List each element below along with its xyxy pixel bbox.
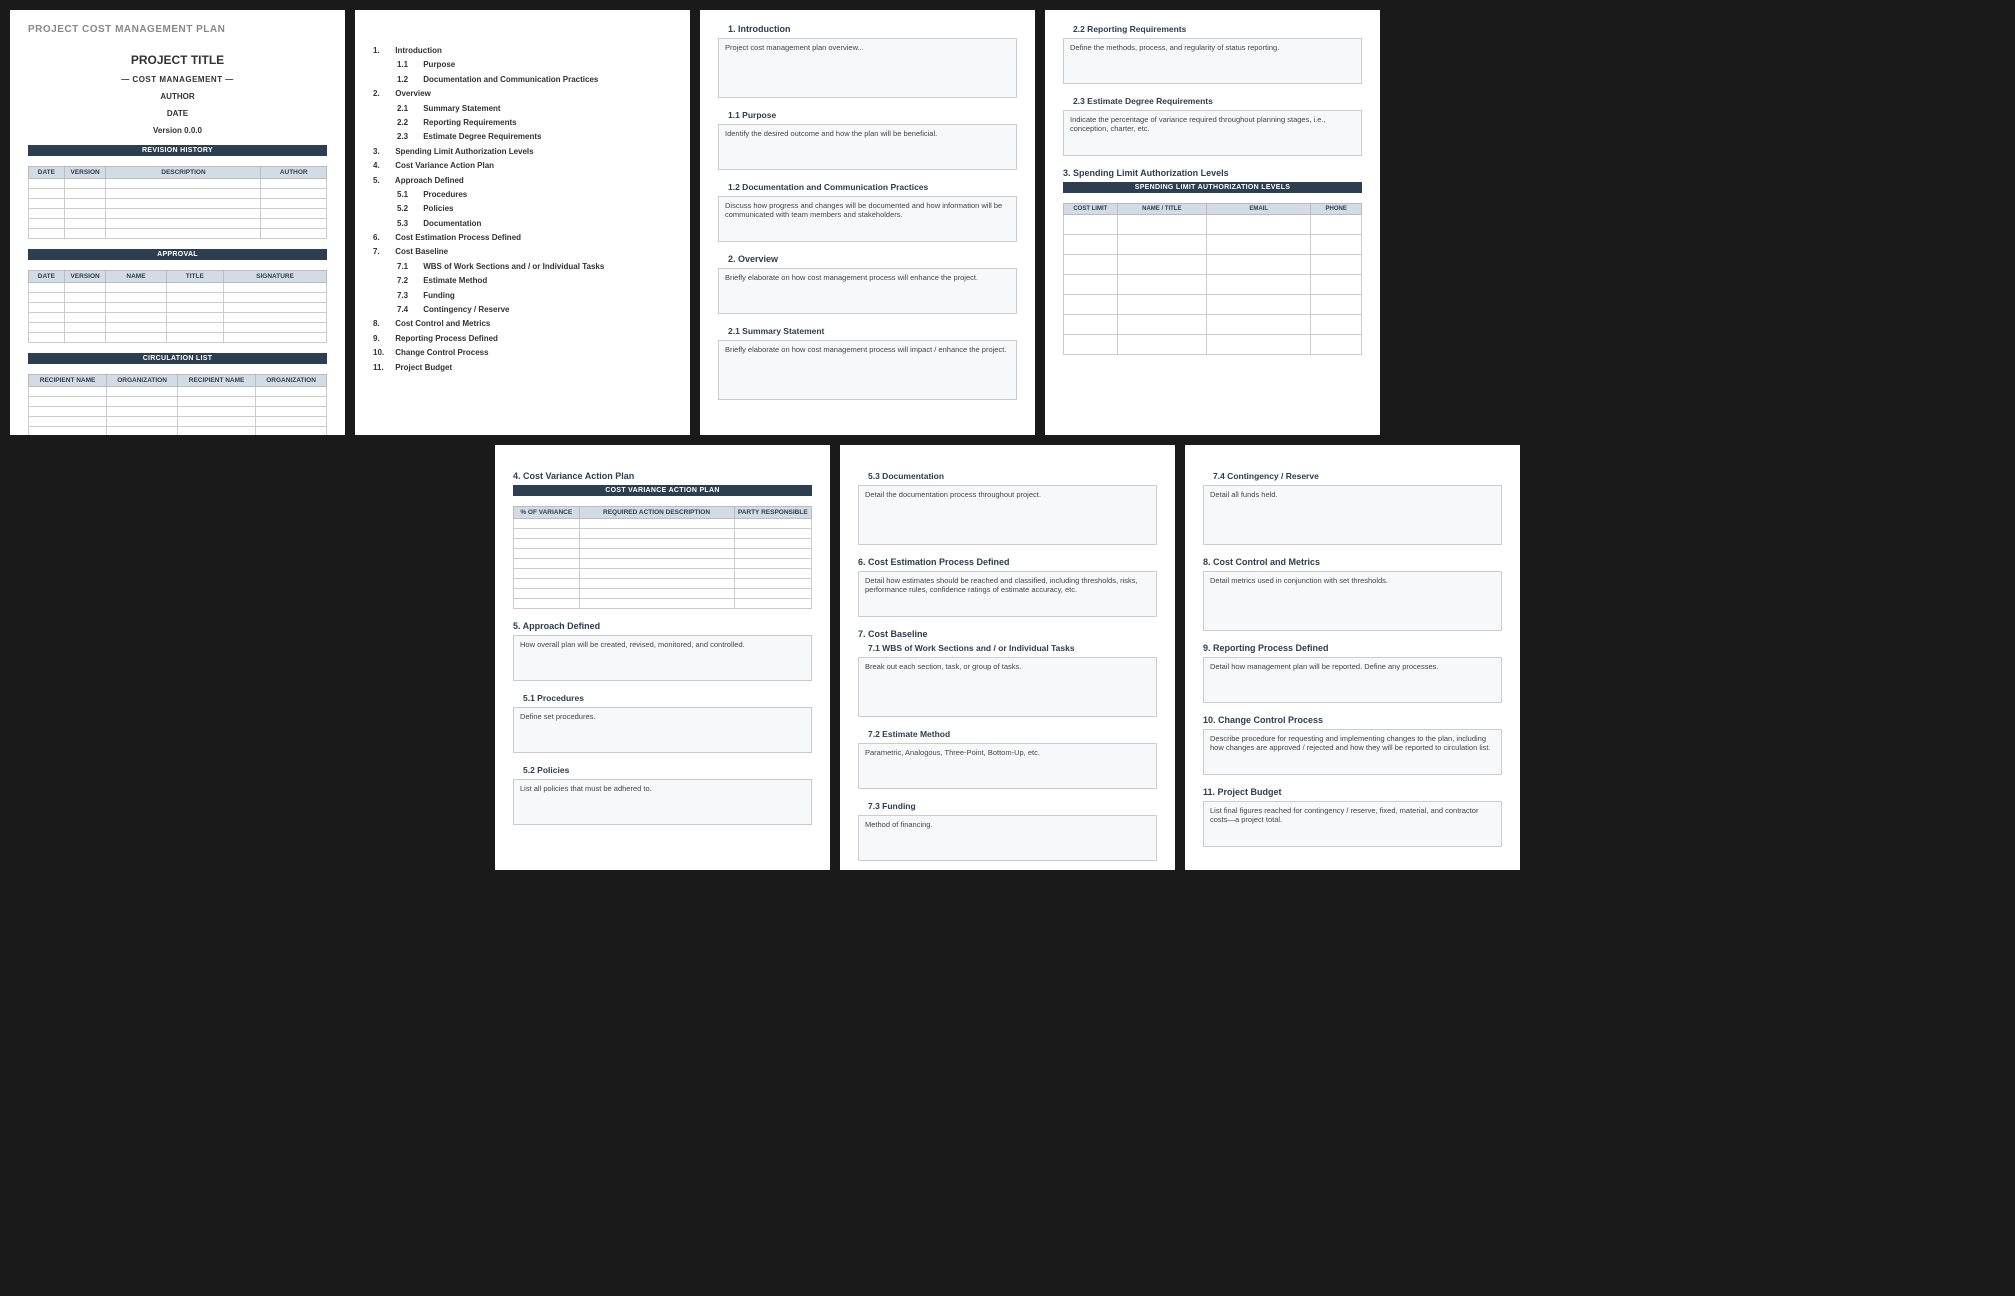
sec-5-body: How overall plan will be created, revise… <box>513 635 812 681</box>
approval-table: DATE VERSION NAME TITLE SIGNATURE <box>28 270 327 343</box>
circulation-table: RECIPIENT NAME ORGANIZATION RECIPIENT NA… <box>28 374 327 435</box>
sec-7-2-body: Parametric, Analogous, Three-Point, Bott… <box>858 743 1157 789</box>
toc-subitem: 5.1 Procedures <box>397 188 672 202</box>
sec-8-body: Detail metrics used in conjunction with … <box>1203 571 1502 631</box>
toc-subitem: 5.3 Documentation <box>397 217 672 231</box>
sec-5-1-h: 5.1 Procedures <box>513 693 812 703</box>
sec-5-2-body: List all policies that must be adhered t… <box>513 779 812 825</box>
sec-2-3-body: Indicate the percentage of variance requ… <box>1063 110 1362 156</box>
toc-item: 9. Reporting Process Defined <box>373 332 672 346</box>
sec-5-3-h: 5.3 Documentation <box>858 471 1157 481</box>
page-5: 4. Cost Variance Action Plan COST VARIAN… <box>495 445 830 870</box>
toc-item: 10. Change Control Process <box>373 346 672 360</box>
sec-2-1-body: Briefly elaborate on how cost management… <box>718 340 1017 400</box>
sec-2-h: 2. Overview <box>718 254 1017 264</box>
page-cover: PROJECT COST MANAGEMENT PLAN PROJECT TIT… <box>10 10 345 435</box>
project-title: PROJECT TITLE <box>28 53 327 67</box>
sec-7-4-body: Detail all funds held. <box>1203 485 1502 545</box>
sec-9-h: 9. Reporting Process Defined <box>1203 643 1502 653</box>
toc-subitem: 7.1 WBS of Work Sections and / or Indivi… <box>397 260 672 274</box>
cover-subtitle: — COST MANAGEMENT — <box>28 75 327 84</box>
sec-10-body: Describe procedure for requesting and im… <box>1203 729 1502 775</box>
toc-subitem: 1.2 Documentation and Communication Prac… <box>397 73 672 87</box>
toc-item: 8. Cost Control and Metrics <box>373 317 672 331</box>
sec-7-3-h: 7.3 Funding <box>858 801 1157 811</box>
sec-7-1-body: Break out each section, task, or group o… <box>858 657 1157 717</box>
sec-5-h: 5. Approach Defined <box>513 621 812 631</box>
toc-subitem: 2.1 Summary Statement <box>397 102 672 116</box>
sec-7-h: 7. Cost Baseline <box>858 629 1157 639</box>
toc-subitem: 1.1 Purpose <box>397 58 672 72</box>
sec-1-1-body: Identify the desired outcome and how the… <box>718 124 1017 170</box>
page-4: 2.2 Reporting Requirements Define the me… <box>1045 10 1380 435</box>
toc-item: 6. Cost Estimation Process Defined <box>373 231 672 245</box>
sec-1-h: 1. Introduction <box>718 24 1017 34</box>
sec-7-4-h: 7.4 Contingency / Reserve <box>1203 471 1502 481</box>
sec-6-h: 6. Cost Estimation Process Defined <box>858 557 1157 567</box>
sec-6-body: Detail how estimates should be reached a… <box>858 571 1157 617</box>
sec-1-body: Project cost management plan overview... <box>718 38 1017 98</box>
toc-subitem: 5.2 Policies <box>397 202 672 216</box>
sec-1-1-h: 1.1 Purpose <box>718 110 1017 120</box>
sec-10-h: 10. Change Control Process <box>1203 715 1502 725</box>
cover-date: DATE <box>28 109 327 118</box>
toc-subitem: 7.4 Contingency / Reserve <box>397 303 672 317</box>
cvap-title: COST VARIANCE ACTION PLAN <box>513 485 812 496</box>
toc-subitem: 2.3 Estimate Degree Requirements <box>397 130 672 144</box>
revision-history-title: REVISION HISTORY <box>28 145 327 156</box>
sec-2-2-body: Define the methods, process, and regular… <box>1063 38 1362 84</box>
sec-3-h: 3. Spending Limit Authorization Levels <box>1063 168 1362 178</box>
cvap-table: % OF VARIANCE REQUIRED ACTION DESCRIPTIO… <box>513 506 812 609</box>
toc-item: 1. Introduction1.1 Purpose1.2 Documentat… <box>373 44 672 87</box>
toc-item: 4. Cost Variance Action Plan <box>373 159 672 173</box>
sec-2-body: Briefly elaborate on how cost management… <box>718 268 1017 314</box>
sec-5-1-body: Define set procedures. <box>513 707 812 753</box>
toc-subitem: 7.3 Funding <box>397 289 672 303</box>
sec-4-h: 4. Cost Variance Action Plan <box>513 471 812 481</box>
toc-item: 5. Approach Defined5.1 Procedures5.2 Pol… <box>373 174 672 232</box>
sec-11-body: List final figures reached for contingen… <box>1203 801 1502 847</box>
toc-item: 7. Cost Baseline7.1 WBS of Work Sections… <box>373 245 672 317</box>
circulation-title: CIRCULATION LIST <box>28 353 327 364</box>
sec-5-2-h: 5.2 Policies <box>513 765 812 775</box>
page-6: 5.3 Documentation Detail the documentati… <box>840 445 1175 870</box>
page-3: 1. Introduction Project cost management … <box>700 10 1035 435</box>
sec-8-h: 8. Cost Control and Metrics <box>1203 557 1502 567</box>
sec-9-body: Detail how management plan will be repor… <box>1203 657 1502 703</box>
sec-7-3-body: Method of financing. <box>858 815 1157 861</box>
cover-version: Version 0.0.0 <box>28 126 327 135</box>
sec-2-3-h: 2.3 Estimate Degree Requirements <box>1063 96 1362 106</box>
toc-subitem: 7.2 Estimate Method <box>397 274 672 288</box>
sec-2-1-h: 2.1 Summary Statement <box>718 326 1017 336</box>
document-title: PROJECT COST MANAGEMENT PLAN <box>28 24 327 35</box>
sec-1-2-h: 1.2 Documentation and Communication Prac… <box>718 182 1017 192</box>
sec-7-2-h: 7.2 Estimate Method <box>858 729 1157 739</box>
sec-11-h: 11. Project Budget <box>1203 787 1502 797</box>
sec-5-3-body: Detail the documentation process through… <box>858 485 1157 545</box>
spending-table: COST LIMIT NAME / TITLE EMAIL PHONE <box>1063 203 1362 355</box>
toc-item: 3. Spending Limit Authorization Levels <box>373 145 672 159</box>
page-toc: 1. Introduction1.1 Purpose1.2 Documentat… <box>355 10 690 435</box>
sec-1-2-body: Discuss how progress and changes will be… <box>718 196 1017 242</box>
approval-title: APPROVAL <box>28 249 327 260</box>
toc-item: 11. Project Budget <box>373 361 672 375</box>
cover-author: AUTHOR <box>28 92 327 101</box>
revision-history-table: DATE VERSION DESCRIPTION AUTHOR <box>28 166 327 239</box>
sec-7-1-h: 7.1 WBS of Work Sections and / or Indivi… <box>858 643 1157 653</box>
spending-title: SPENDING LIMIT AUTHORIZATION LEVELS <box>1063 182 1362 193</box>
toc-item: 2. Overview2.1 Summary Statement2.2 Repo… <box>373 87 672 145</box>
toc: 1. Introduction1.1 Purpose1.2 Documentat… <box>373 44 672 375</box>
page-7: 7.4 Contingency / Reserve Detail all fun… <box>1185 445 1520 870</box>
toc-subitem: 2.2 Reporting Requirements <box>397 116 672 130</box>
sec-2-2-h: 2.2 Reporting Requirements <box>1063 24 1362 34</box>
